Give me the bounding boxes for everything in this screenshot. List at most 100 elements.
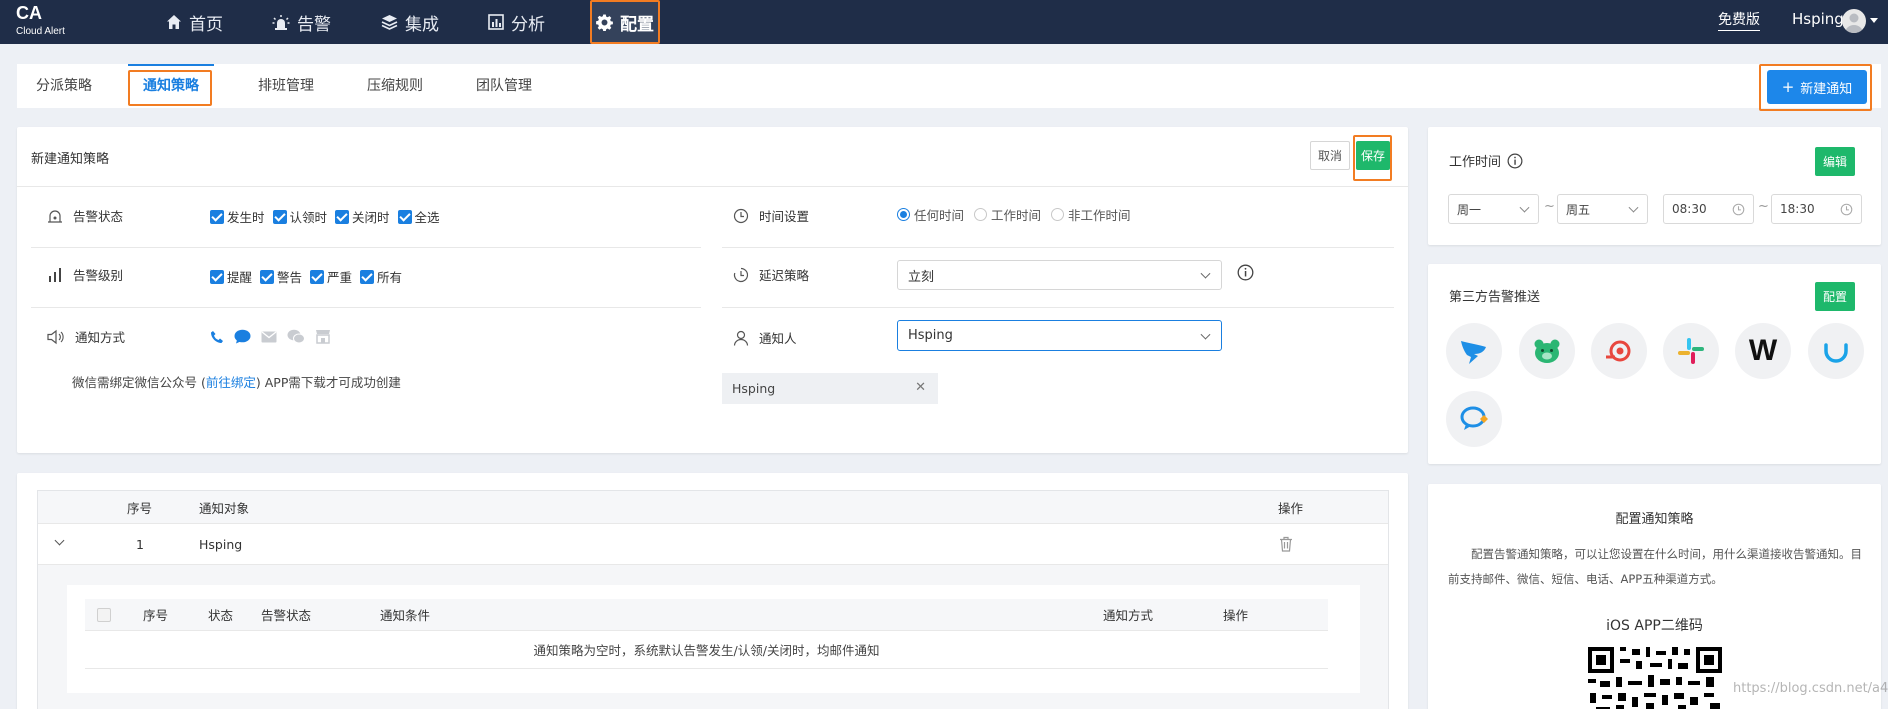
watermark-text: https://blog.csdn.net/a457801170 — [1733, 681, 1888, 696]
layers-icon — [381, 15, 398, 30]
email-icon[interactable] — [261, 330, 277, 343]
trash-icon[interactable] — [1279, 536, 1293, 552]
info-description: 配置告警通知策略，可以让您设置在什么时间，用什么渠道接收告警通知。目前支持邮件、… — [1448, 547, 1862, 586]
time-from-picker[interactable]: 08:30 — [1663, 194, 1754, 224]
radio-non-work-time[interactable]: 非工作时间 — [1051, 205, 1131, 224]
alert-status-options: 发生时 认领时 关闭时 全选 — [210, 207, 440, 226]
nav-label: 分析 — [511, 14, 545, 35]
gear-icon — [596, 14, 613, 31]
nav-item-alarm[interactable]: 告警 — [272, 0, 331, 44]
time-setting-options: 任何时间 工作时间 非工作时间 — [897, 205, 1131, 224]
col-action: 操作 — [1278, 500, 1304, 516]
bear-icon[interactable] — [1519, 323, 1575, 379]
nav-label: 集成 — [405, 14, 439, 35]
radio-any-time[interactable]: 任何时间 — [897, 205, 964, 224]
checkbox-occur[interactable]: 发生时 — [210, 207, 265, 226]
bar-level-icon — [49, 267, 61, 282]
sub-tab-bar: 分派策略 通知策略 排班管理 压缩规则 团队管理 — [17, 64, 1881, 108]
info-icon[interactable] — [1237, 264, 1254, 281]
nav-item-analysis[interactable]: 分析 — [488, 0, 545, 44]
clock-icon — [1732, 203, 1745, 216]
app-logo-subtitle: Cloud Alert — [16, 26, 65, 37]
clock-icon — [1840, 203, 1853, 216]
app-icon[interactable] — [315, 329, 331, 344]
free-version-link[interactable]: 免费版 — [1718, 9, 1760, 31]
chevron-down-icon — [1200, 268, 1211, 279]
checkbox-all-levels[interactable]: 所有 — [360, 267, 402, 286]
speaker-icon — [47, 329, 64, 344]
sms-icon[interactable] — [234, 329, 251, 344]
table-row[interactable]: 1 Hsping — [38, 524, 1388, 565]
work-time-title: 工作时间 — [1449, 151, 1523, 170]
new-button-highlight-box — [1759, 64, 1872, 111]
header-divider — [17, 186, 1408, 187]
notifier-tag: Hsping ✕ — [722, 373, 938, 404]
checkbox-critical[interactable]: 严重 — [310, 267, 352, 286]
nav-label: 告警 — [297, 14, 331, 35]
info-icon[interactable] — [1507, 153, 1523, 169]
checkbox-claim[interactable]: 认领时 — [272, 207, 327, 226]
user-menu-caret-icon[interactable] — [1870, 18, 1878, 23]
range-separator: ~ — [1544, 199, 1555, 214]
chevron-down-icon[interactable] — [54, 535, 65, 546]
go-bind-link[interactable]: 前往绑定 — [206, 375, 256, 390]
w-icon[interactable]: W — [1735, 323, 1791, 379]
cancel-button[interactable]: 取消 — [1310, 141, 1350, 170]
select-all-checkbox[interactable] — [97, 608, 111, 622]
notify-method-row-label: 通知方式 — [47, 327, 125, 346]
row-divider — [722, 247, 1394, 248]
tab-compression-rules[interactable]: 压缩规则 — [358, 64, 432, 108]
work-time-card: 工作时间 编辑 周一 ~ 周五 08:30 ~ 18:30 — [1428, 127, 1881, 245]
slack-icon[interactable] — [1663, 323, 1719, 379]
smile-icon[interactable] — [1808, 323, 1864, 379]
username[interactable]: Hsping — [1792, 10, 1844, 28]
webhook-icon[interactable] — [1591, 323, 1647, 379]
notifier-select[interactable]: Hsping — [897, 320, 1222, 351]
config-button[interactable]: 配置 — [1815, 282, 1855, 311]
col-index: 序号 — [127, 500, 153, 516]
checkbox-remind[interactable]: 提醒 — [210, 267, 252, 286]
app-logo: CA — [16, 3, 42, 23]
nav-item-home[interactable]: 首页 — [166, 0, 223, 44]
table-header-row: 序号 通知对象 操作 — [38, 491, 1388, 524]
dingtalk-icon[interactable] — [1446, 323, 1502, 379]
user-icon — [733, 330, 749, 346]
day-to-select[interactable]: 周五 — [1557, 194, 1648, 224]
alert-status-row-label: 告警状态 — [47, 206, 123, 225]
user-avatar-icon — [1845, 13, 1863, 33]
nav-item-integration[interactable]: 集成 — [381, 0, 439, 44]
alarm-outline-icon — [48, 209, 62, 223]
chevron-down-icon — [1519, 202, 1530, 213]
nav-item-config[interactable]: 配置 — [590, 0, 660, 44]
delay-clock-icon — [733, 267, 749, 282]
wechat-icon[interactable] — [287, 329, 305, 344]
tab-schedule-management[interactable]: 排班管理 — [249, 64, 323, 108]
nav-label: 首页 — [189, 14, 223, 35]
tab-team-management[interactable]: 团队管理 — [467, 64, 541, 108]
sub-col-method: 通知方式 — [1103, 608, 1154, 623]
radio-work-time[interactable]: 工作时间 — [974, 205, 1041, 224]
checkbox-select-all[interactable]: 全选 — [397, 207, 440, 226]
time-setting-row-label: 时间设置 — [733, 206, 809, 225]
row-divider — [722, 307, 1394, 308]
delay-policy-select[interactable]: 立刻 — [897, 260, 1222, 290]
close-icon[interactable]: ✕ — [915, 380, 926, 395]
top-nav-bar: CA Cloud Alert 首页 告警 集成 分析 配置 免费版 Hsping — [0, 0, 1888, 44]
edit-button[interactable]: 编辑 — [1815, 147, 1855, 176]
checkbox-close[interactable]: 关闭时 — [335, 207, 390, 226]
notify-target-table: 序号 通知对象 操作 1 Hsping 序号 状态 告警状态 通知条件 通知方式… — [37, 490, 1389, 709]
chart-icon — [488, 14, 504, 30]
avatar[interactable] — [1842, 9, 1866, 33]
notify-method-icons — [210, 329, 331, 344]
sub-table-header: 序号 状态 告警状态 通知条件 通知方式 操作 — [85, 599, 1328, 631]
chat-bubble-icon[interactable] — [1446, 391, 1502, 447]
qr-code-image — [1586, 645, 1724, 709]
tab-dispatch-policy[interactable]: 分派策略 — [27, 64, 101, 108]
time-to-picker[interactable]: 18:30 — [1771, 194, 1862, 224]
day-from-select[interactable]: 周一 — [1448, 194, 1539, 224]
row-index: 1 — [136, 537, 144, 552]
phone-icon[interactable] — [210, 330, 224, 344]
row-divider — [31, 247, 701, 248]
checkbox-warning[interactable]: 警告 — [260, 267, 302, 286]
chevron-down-icon — [1628, 202, 1639, 213]
